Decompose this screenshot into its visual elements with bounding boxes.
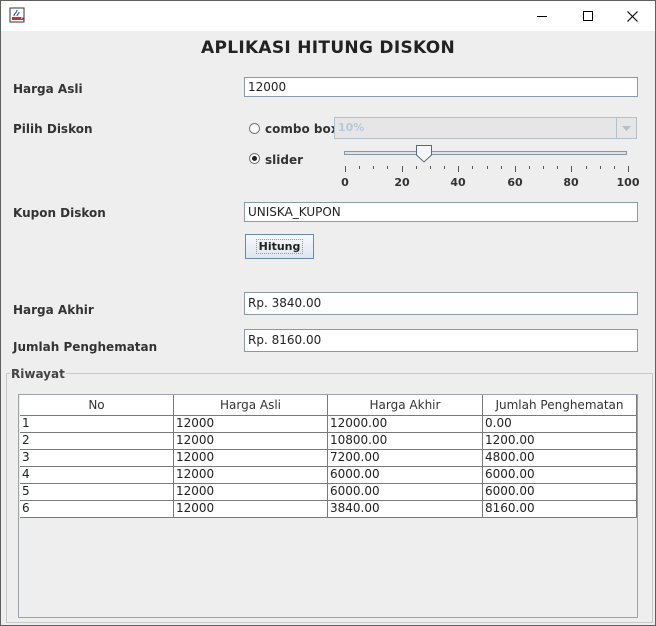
slider-minor-tick <box>373 166 374 169</box>
java-cup-icon <box>9 7 25 23</box>
title-bar[interactable] <box>1 1 655 31</box>
table-cell[interactable]: 6000.00 <box>328 467 483 483</box>
table-cell[interactable]: 6000.00 <box>328 484 483 500</box>
column-header-harga-akhir[interactable]: Harga Akhir <box>328 395 483 415</box>
hitung-button-label: Hitung <box>255 239 304 254</box>
combo-box-radio[interactable] <box>249 123 260 134</box>
riwayat-table: No Harga Asli Harga Akhir Jumlah Penghem… <box>20 395 637 518</box>
slider-minor-tick <box>557 166 558 169</box>
slider-minor-tick <box>416 166 417 169</box>
slider-tick-label: 20 <box>394 176 410 189</box>
slider-minor-tick <box>543 166 544 169</box>
slider-minor-tick <box>444 166 445 169</box>
main-panel: APLIKASI HITUNG DISKON Harga Asli 12000 … <box>1 31 655 625</box>
slider-minor-tick <box>600 166 601 169</box>
riwayat-table-scroll[interactable]: No Harga Asli Harga Akhir Jumlah Penghem… <box>18 394 638 618</box>
table-cell[interactable]: 8160.00 <box>483 501 637 517</box>
slider-tick-label: 80 <box>563 176 579 189</box>
jumlah-penghematan-label: Jumlah Penghematan <box>13 340 158 354</box>
close-button[interactable] <box>609 1 655 31</box>
table-cell[interactable]: 3 <box>20 450 174 466</box>
table-cell[interactable]: 6 <box>20 501 174 517</box>
slider-tick-label: 0 <box>341 176 349 189</box>
maximize-button[interactable] <box>565 1 611 31</box>
harga-akhir-label: Harga Akhir <box>13 303 94 317</box>
minimize-button[interactable] <box>519 1 565 31</box>
minimize-icon <box>537 16 547 17</box>
table-cell[interactable]: 1200.00 <box>483 433 637 449</box>
slider-minor-tick <box>359 166 360 169</box>
page-title: APLIKASI HITUNG DISKON <box>200 38 455 58</box>
table-cell[interactable]: 12000 <box>174 501 328 517</box>
table-cell[interactable]: 7200.00 <box>328 450 483 466</box>
slider-tick <box>458 166 459 172</box>
table-cell[interactable]: 6000.00 <box>483 467 637 483</box>
table-cell[interactable]: 12000 <box>174 484 328 500</box>
table-cell[interactable]: 6000.00 <box>483 484 637 500</box>
table-row[interactable]: 4 12000 6000.00 6000.00 <box>20 467 637 484</box>
slider-minor-tick <box>430 166 431 169</box>
harga-asli-input[interactable]: 12000 <box>244 77 638 97</box>
slider-minor-tick <box>614 166 615 169</box>
app-window: APLIKASI HITUNG DISKON Harga Asli 12000 … <box>0 0 656 626</box>
table-cell[interactable]: 12000 <box>174 450 328 466</box>
slider-minor-tick <box>387 166 388 169</box>
column-header-harga-asli[interactable]: Harga Asli <box>174 395 328 415</box>
slider-thumb[interactable] <box>416 145 432 163</box>
slider-tick-label: 40 <box>450 176 466 189</box>
slider-tick <box>515 166 516 172</box>
slider-minor-tick <box>586 166 587 169</box>
slider-minor-tick <box>487 166 488 169</box>
discount-combo-box[interactable]: 10% <box>334 117 637 139</box>
hitung-button[interactable]: Hitung <box>245 234 314 259</box>
pilih-diskon-label: Pilih Diskon <box>13 122 93 136</box>
table-cell[interactable]: 1 <box>20 416 174 432</box>
slider-minor-tick <box>529 166 530 169</box>
table-cell[interactable]: 4 <box>20 467 174 483</box>
combo-box-radio-label[interactable]: combo box <box>265 122 338 136</box>
harga-asli-label: Harga Asli <box>13 82 83 96</box>
slider-tick <box>402 166 403 172</box>
table-cell[interactable]: 3840.00 <box>328 501 483 517</box>
table-header: No Harga Asli Harga Akhir Jumlah Penghem… <box>20 395 637 416</box>
slider-radio[interactable] <box>249 153 260 164</box>
table-cell[interactable]: 12000 <box>174 433 328 449</box>
slider-tick-label: 100 <box>616 176 640 189</box>
table-cell[interactable]: 5 <box>20 484 174 500</box>
table-cell[interactable]: 0.00 <box>483 416 637 432</box>
table-cell[interactable]: 12000 <box>174 467 328 483</box>
slider-tick-label: 60 <box>507 176 523 189</box>
slider-minor-tick <box>501 166 502 169</box>
riwayat-title: Riwayat <box>10 367 66 381</box>
harga-akhir-field[interactable]: Rp. 3840.00 <box>244 292 638 315</box>
chevron-down-icon[interactable] <box>616 118 636 138</box>
table-cell[interactable]: 4800.00 <box>483 450 637 466</box>
table-row[interactable]: 1 12000 12000.00 0.00 <box>20 416 637 433</box>
column-header-jumlah-penghematan[interactable]: Jumlah Penghematan <box>483 395 637 415</box>
combo-selected-value: 10% <box>338 121 365 134</box>
maximize-icon <box>583 11 593 21</box>
slider-tick <box>571 166 572 172</box>
slider-tick <box>628 166 629 172</box>
table-row[interactable]: 3 12000 7200.00 4800.00 <box>20 450 637 467</box>
slider-tick <box>345 166 346 172</box>
discount-slider[interactable] <box>344 151 627 155</box>
slider-minor-tick <box>472 166 473 169</box>
table-cell[interactable]: 10800.00 <box>328 433 483 449</box>
jumlah-penghematan-field[interactable]: Rp. 8160.00 <box>244 329 638 352</box>
column-header-no[interactable]: No <box>20 395 174 415</box>
table-cell[interactable]: 12000 <box>174 416 328 432</box>
table-cell[interactable]: 12000.00 <box>328 416 483 432</box>
slider-radio-label[interactable]: slider <box>265 153 303 167</box>
table-row[interactable]: 5 12000 6000.00 6000.00 <box>20 484 637 501</box>
table-row[interactable]: 2 12000 10800.00 1200.00 <box>20 433 637 450</box>
close-icon <box>626 10 638 22</box>
table-cell[interactable]: 2 <box>20 433 174 449</box>
kupon-input[interactable]: UNISKA_KUPON <box>244 202 638 222</box>
kupon-diskon-label: Kupon Diskon <box>13 206 106 220</box>
table-row[interactable]: 6 12000 3840.00 8160.00 <box>20 501 637 518</box>
